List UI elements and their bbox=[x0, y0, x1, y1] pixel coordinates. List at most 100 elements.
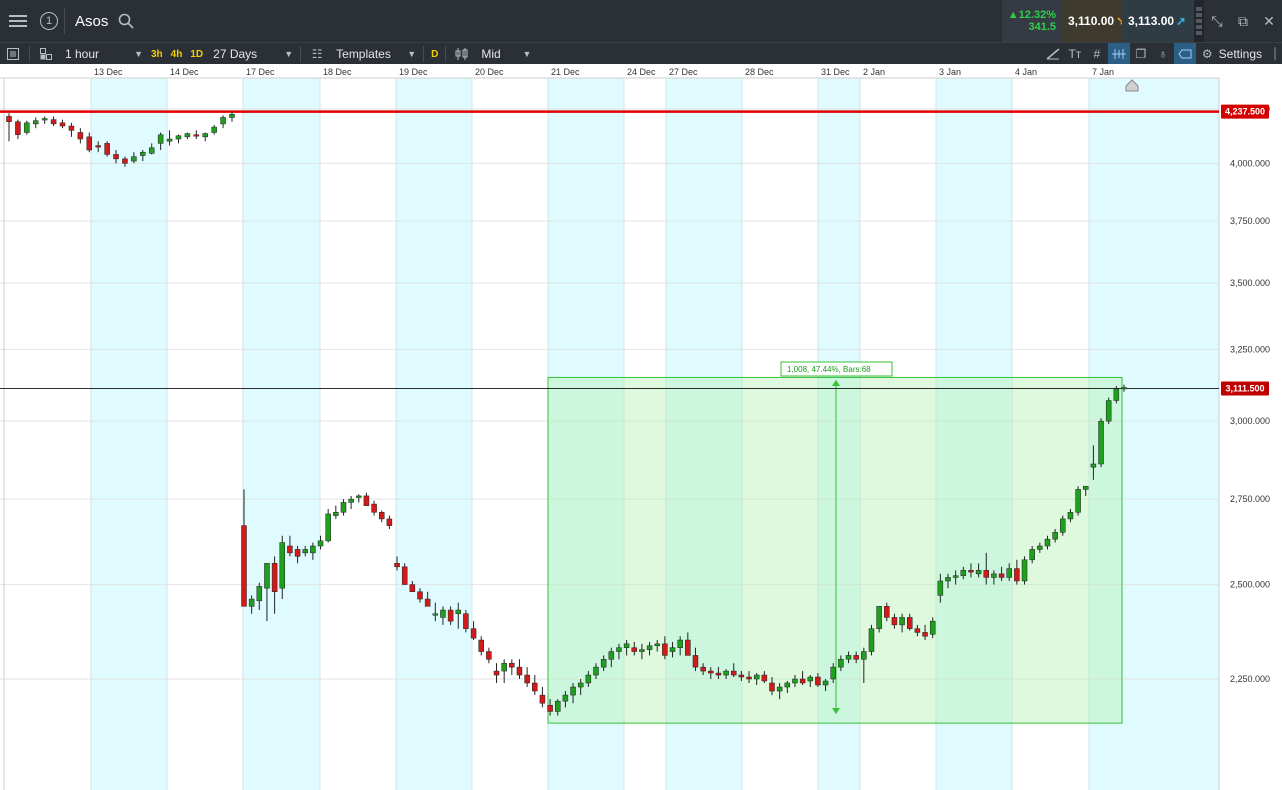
interval-3h-button[interactable]: 3h bbox=[147, 43, 167, 65]
resistance-price-flag-label: 4,237.500 bbox=[1225, 107, 1265, 117]
collapse-icon[interactable]: ⤡ bbox=[1204, 0, 1230, 42]
measure-tool-icon[interactable] bbox=[1107, 43, 1130, 65]
candle-body bbox=[470, 628, 477, 639]
candle-body bbox=[157, 134, 164, 144]
instrument-title[interactable]: Asos bbox=[75, 13, 108, 30]
candle-body bbox=[455, 609, 462, 614]
alert-icon[interactable]: ♁ bbox=[1152, 43, 1174, 65]
candle-body bbox=[104, 143, 110, 155]
date-label: 28 Dec bbox=[745, 67, 774, 77]
candle-body bbox=[577, 682, 584, 688]
popout-icon[interactable]: ⧉ bbox=[1230, 0, 1256, 42]
candle-body bbox=[77, 132, 84, 140]
candle-body bbox=[631, 647, 638, 652]
candle-body bbox=[608, 651, 615, 660]
label-tool-icon[interactable] bbox=[1173, 43, 1196, 65]
candle-body bbox=[761, 674, 768, 682]
date-label: 2 Jan bbox=[863, 67, 885, 77]
list-icon[interactable] bbox=[0, 43, 26, 65]
candle-body bbox=[184, 133, 191, 138]
candle-body bbox=[708, 670, 714, 674]
templates-label: Templates bbox=[336, 47, 391, 61]
candle-body bbox=[15, 121, 21, 135]
d-badge[interactable]: D bbox=[427, 43, 442, 65]
price-tick-label: 2,750.000 bbox=[1230, 494, 1270, 504]
date-label: 20 Dec bbox=[475, 67, 504, 77]
measure-label: 1,008, 47.44%, Bars:68 bbox=[787, 365, 871, 374]
candle-body bbox=[516, 666, 523, 676]
candle-body bbox=[509, 662, 515, 668]
candle-body bbox=[922, 632, 928, 637]
layers-icon[interactable]: ❐ bbox=[1130, 43, 1152, 65]
price-tick-label: 2,500.000 bbox=[1230, 580, 1270, 590]
date-label: 13 Dec bbox=[94, 67, 123, 77]
candle-body bbox=[838, 659, 844, 668]
hamburger-menu-icon[interactable] bbox=[6, 9, 30, 33]
candle-body bbox=[861, 651, 867, 660]
date-label: 4 Jan bbox=[1015, 67, 1037, 77]
candle-body bbox=[463, 613, 469, 629]
candle-body bbox=[229, 114, 235, 118]
candle-body bbox=[1014, 568, 1020, 582]
candle-body bbox=[799, 678, 806, 684]
buy-arrow-icon: ➚ bbox=[1176, 14, 1187, 28]
candle-body bbox=[547, 705, 553, 712]
candle-body bbox=[769, 682, 775, 692]
candle-body bbox=[822, 680, 829, 686]
candle-body bbox=[122, 158, 128, 164]
range-label: 27 Days bbox=[213, 47, 258, 61]
price-type-dropdown[interactable]: Mid ▼ bbox=[475, 43, 535, 65]
candle-body bbox=[417, 591, 423, 600]
candle-body bbox=[478, 639, 484, 652]
candle-body bbox=[1021, 559, 1028, 582]
panel-scroll-handle[interactable]: ⏐ bbox=[1268, 43, 1282, 65]
candle-body bbox=[1082, 485, 1089, 490]
candle-body bbox=[975, 570, 982, 575]
candle-body bbox=[220, 117, 226, 125]
sell-price-button[interactable]: 3,110.00 ➘ bbox=[1062, 0, 1126, 42]
range-dropdown[interactable]: 27 Days ▼ bbox=[207, 43, 297, 65]
price-chart[interactable]: 13 Dec 14 Dec 17 Dec 18 Dec 19 Dec 20 Dec 21 D… bbox=[0, 64, 1282, 790]
price-tick-label: 3,500.000 bbox=[1230, 278, 1270, 288]
candle-body bbox=[113, 154, 119, 160]
candle-body bbox=[363, 495, 370, 506]
price-tick-label: 4,000.000 bbox=[1230, 158, 1270, 168]
candlestick-type-icon[interactable] bbox=[449, 43, 475, 65]
interval-4h-button[interactable]: 4h bbox=[167, 43, 187, 65]
price-tick-label: 3,750.000 bbox=[1230, 216, 1270, 226]
candle-body bbox=[784, 682, 791, 688]
candle-body bbox=[593, 666, 599, 676]
candle-body bbox=[532, 682, 538, 692]
candle-body bbox=[723, 670, 729, 676]
candle-body bbox=[6, 116, 12, 122]
candle-body bbox=[776, 686, 783, 692]
draw-line-icon[interactable] bbox=[1042, 43, 1064, 65]
interval-dropdown[interactable]: 1 hour ▼ bbox=[59, 43, 147, 65]
candle-body bbox=[68, 125, 75, 131]
workspace-number-icon[interactable]: 1 bbox=[40, 12, 58, 30]
candle-body bbox=[554, 700, 561, 712]
candle-body bbox=[317, 540, 324, 547]
candle-body bbox=[409, 584, 416, 593]
templates-dropdown[interactable]: Templates ▼ bbox=[330, 43, 420, 65]
candle-body bbox=[539, 694, 546, 704]
candle-body bbox=[991, 573, 997, 578]
current-price-flag-label: 3,111.500 bbox=[1225, 383, 1264, 393]
candle-body bbox=[853, 655, 859, 660]
candle-body bbox=[394, 563, 400, 568]
layout-icon[interactable] bbox=[33, 43, 59, 65]
candle-body bbox=[1060, 518, 1066, 533]
close-icon[interactable]: ✕ bbox=[1256, 0, 1282, 42]
chevron-down-icon: ▼ bbox=[522, 49, 532, 59]
buy-price-button[interactable]: 3,113.00 ➚ bbox=[1122, 0, 1194, 42]
candle-body bbox=[616, 647, 622, 652]
change-percent: ▲12.32% bbox=[1007, 9, 1056, 21]
grid-icon[interactable]: # bbox=[1086, 43, 1108, 65]
interval-1d-button[interactable]: 1D bbox=[186, 43, 207, 65]
date-label: 7 Jan bbox=[1092, 67, 1114, 77]
settings-button[interactable]: ⚙ Settings bbox=[1196, 43, 1268, 65]
search-icon[interactable] bbox=[114, 9, 138, 33]
text-tool-icon[interactable]: Tт bbox=[1064, 43, 1086, 65]
candle-body bbox=[279, 542, 286, 589]
candle-body bbox=[1105, 400, 1112, 422]
